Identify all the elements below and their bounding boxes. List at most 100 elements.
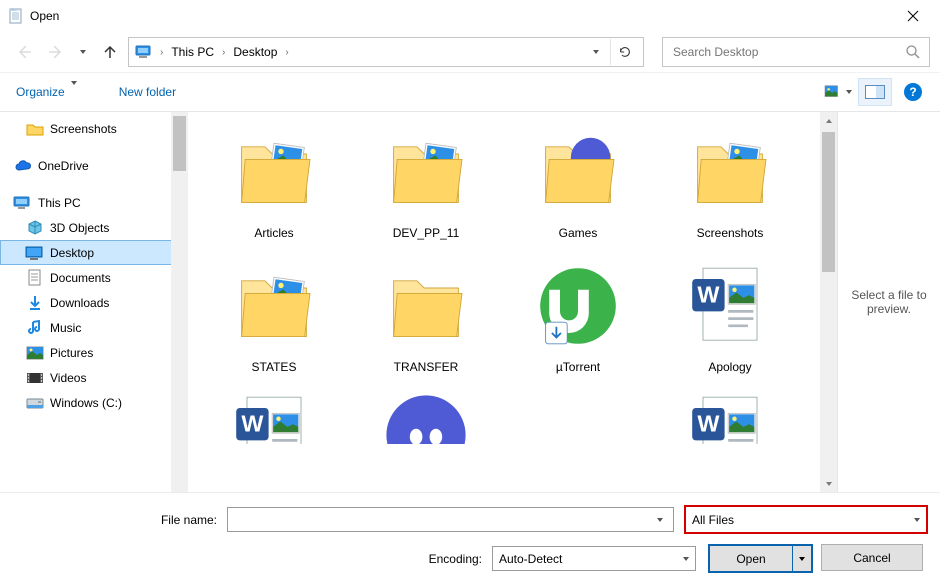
search-input[interactable] [671,44,905,60]
new-folder-button[interactable]: New folder [119,85,176,99]
breadcrumb-sep: › [217,47,230,58]
file-item-word3[interactable]: W [655,386,805,444]
tree-scroll-thumb[interactable] [173,116,186,171]
open-button-dropdown[interactable] [792,546,811,571]
file-label: Screenshots [697,222,764,240]
tree-item-downloads[interactable]: Downloads [0,290,188,315]
pic-icon [24,342,46,364]
tree-item-label: Windows (C:) [46,396,122,410]
file-item-games[interactable]: Games [503,118,653,244]
preview-pane-icon [865,85,885,99]
scroll-down-icon [825,480,833,488]
down-icon [24,292,46,314]
cloud-icon [12,155,34,177]
obj3d-icon [24,217,46,239]
file-thumbnail [376,256,476,356]
tree-item-thispc[interactable]: This PC [0,190,188,215]
address-history-button[interactable] [582,39,610,65]
new-folder-label: New folder [119,85,176,99]
file-item-screenshots[interactable]: Screenshots [655,118,805,244]
tree-item-label: Downloads [46,296,109,310]
file-thumbnail: W [680,256,780,356]
up-button[interactable] [96,38,124,66]
arrow-left-icon [16,44,32,60]
file-thumbnail [376,122,476,222]
address-bar[interactable]: › This PC › Desktop › [128,37,644,67]
tree-item-label: Desktop [46,246,94,260]
breadcrumb-location[interactable]: Desktop [230,45,280,59]
filename-input[interactable] [232,512,651,528]
file-item-states[interactable]: STATES [199,252,349,378]
list-scrollbar[interactable] [820,112,837,492]
chevron-down-icon [914,518,920,522]
scroll-up-button[interactable] [820,112,837,129]
tree-item-documents[interactable]: Documents [0,265,188,290]
open-split-button: Open [708,544,813,573]
filename-history-button[interactable] [651,518,669,522]
tree-scrollbar[interactable] [171,112,188,492]
file-item-transfer[interactable]: TRANSFER [351,252,501,378]
file-item-utorrent[interactable]: µTorrent [503,252,653,378]
tree-item-music[interactable]: Music [0,315,188,340]
file-item-word2[interactable]: W [199,386,349,444]
arrow-up-icon [102,44,118,60]
close-icon [907,10,919,22]
file-label: µTorrent [556,356,600,374]
list-scroll-thumb[interactable] [822,132,835,272]
tree-item-onedrive[interactable]: OneDrive [0,153,188,178]
tree-item-label: Music [46,321,81,335]
view-options-button[interactable] [822,79,852,105]
cancel-button[interactable]: Cancel [821,544,923,571]
close-button[interactable] [890,1,936,31]
encoding-select[interactable]: Auto-Detect [492,546,696,571]
file-thumbnail [528,122,628,222]
chevron-down-icon [71,81,77,99]
chevron-down-icon [798,555,806,563]
tree-item-3dobjects[interactable]: 3D Objects [0,215,188,240]
organize-button[interactable]: Organize [12,81,81,103]
refresh-icon [618,45,632,59]
help-button[interactable]: ? [898,79,928,105]
search-icon [905,44,921,60]
window-title: Open [30,9,890,23]
file-label: STATES [252,356,297,374]
doc-icon [24,267,46,289]
file-label: Games [559,222,598,240]
arrow-right-icon [48,44,64,60]
notepad-icon [8,8,24,24]
file-thumbnail [680,122,780,222]
tree-item-videos[interactable]: Videos [0,365,188,390]
file-type-filter[interactable]: All Files [684,505,928,534]
file-item-apology[interactable]: WApology [655,252,805,378]
breadcrumb-pc[interactable]: This PC [168,45,217,59]
tree-item-label: Videos [46,371,86,385]
tree-item-label: Documents [46,271,111,285]
file-item-articles[interactable]: Articles [199,118,349,244]
desktop-icon [24,242,46,264]
forward-button[interactable] [42,38,70,66]
tree-item-label: Pictures [46,346,93,360]
tree-item-label: 3D Objects [46,221,109,235]
preview-placeholder: Select a file to preview. [844,288,934,316]
tree-item-pictures[interactable]: Pictures [0,340,188,365]
chevron-down-icon [593,50,599,54]
organize-label: Organize [16,85,65,99]
file-item-discord[interactable] [351,386,501,444]
recent-locations-button[interactable] [74,50,92,54]
navigation-tree: Screenshots OneDrive This PC 3D Objects Desk… [0,112,189,492]
file-thumbnail: W [224,390,324,444]
scroll-down-button[interactable] [820,475,837,492]
tree-item-screenshots[interactable]: Screenshots [0,116,188,141]
preview-pane-button[interactable] [858,78,892,106]
svg-text:W: W [241,410,264,436]
refresh-button[interactable] [610,39,639,65]
filename-combo[interactable] [227,507,674,532]
file-label: DEV_PP_11 [393,222,460,240]
search-box[interactable] [662,37,930,67]
svg-text:W: W [697,281,720,307]
open-button[interactable]: Open [710,546,792,571]
back-button[interactable] [10,38,38,66]
tree-item-windowsc[interactable]: Windows (C:) [0,390,188,415]
file-item-devpp11[interactable]: DEV_PP_11 [351,118,501,244]
tree-item-desktop[interactable]: Desktop [0,240,188,265]
